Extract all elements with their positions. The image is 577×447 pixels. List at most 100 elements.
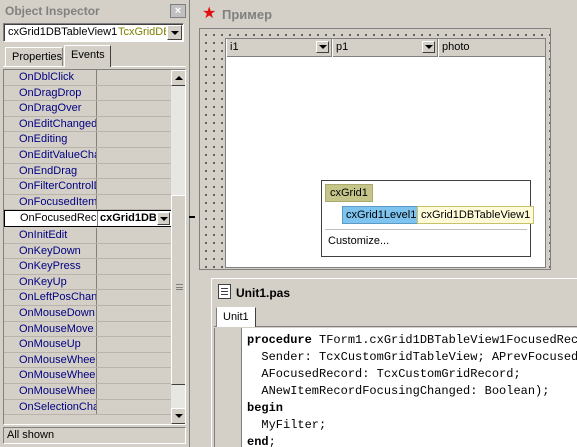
- event-row[interactable]: OnFilterControlDialogShow: [4, 179, 171, 195]
- customize-link[interactable]: Customize...: [328, 235, 389, 247]
- event-value-cell[interactable]: [96, 384, 171, 399]
- level-item[interactable]: cxGrid1Level1: [342, 206, 421, 224]
- scroll-thumb[interactable]: [171, 195, 185, 385]
- event-row[interactable]: OnDblClick: [4, 70, 171, 86]
- event-row[interactable]: OnEndDrag: [4, 163, 171, 180]
- event-value-cell[interactable]: [96, 194, 171, 210]
- event-name: OnSelectionChanged: [19, 400, 96, 413]
- event-value-cell[interactable]: [96, 399, 171, 415]
- form-titlebar[interactable]: ★ Пример: [196, 4, 554, 26]
- event-row[interactable]: OnKeyUp: [4, 274, 171, 291]
- code-text-segment: AFocusedRecord: TcxCustomGridRecord;: [247, 367, 521, 381]
- event-value-cell[interactable]: [96, 337, 171, 352]
- column-filter-button[interactable]: [316, 41, 329, 53]
- code-text-segment: ANewItemRecordFocusingChanged: Boolean);: [247, 384, 550, 398]
- event-value-cell[interactable]: [96, 132, 171, 147]
- event-list-scrollbar[interactable]: [171, 70, 185, 424]
- grid-header: i1 p1 photo: [226, 39, 545, 57]
- event-value-cell[interactable]: [96, 306, 171, 321]
- column-header-photo[interactable]: photo: [438, 39, 545, 57]
- component-selector[interactable]: cxGrid1DBTableView1 TcxGridDBTableView: [3, 23, 184, 42]
- code-line: end;: [247, 434, 577, 447]
- event-value-cell[interactable]: [96, 70, 171, 85]
- level-view-item[interactable]: cxGrid1DBTableView1: [417, 206, 535, 224]
- event-row[interactable]: OnMouseWheelDown: [4, 368, 171, 384]
- event-row[interactable]: OnDragOver: [4, 101, 171, 117]
- event-value-cell[interactable]: [96, 148, 171, 163]
- event-value-cell[interactable]: cxGrid1DBTableView1FocusedRecordChanged: [97, 211, 172, 227]
- level-root-item[interactable]: cxGrid1: [325, 184, 373, 202]
- event-row[interactable]: OnKeyDown: [4, 243, 171, 260]
- event-row[interactable]: OnInitEdit: [4, 228, 171, 244]
- object-inspector-panel: Object Inspector × cxGrid1DBTableView1 T…: [0, 0, 190, 447]
- event-value-cell[interactable]: [96, 243, 171, 259]
- column-header-p1[interactable]: p1: [332, 39, 438, 57]
- code-keyword: procedure: [247, 333, 312, 347]
- object-inspector-titlebar[interactable]: Object Inspector ×: [2, 2, 187, 20]
- column-header-i1[interactable]: i1: [226, 39, 332, 57]
- close-icon[interactable]: ×: [170, 4, 186, 18]
- object-inspector-title: Object Inspector: [5, 4, 100, 18]
- handler-dropdown-button[interactable]: [157, 212, 170, 226]
- column-filter-button[interactable]: [422, 41, 435, 53]
- event-value-cell[interactable]: [96, 274, 171, 290]
- chevron-down-icon: [171, 31, 179, 35]
- event-name: OnDragDrop: [19, 86, 82, 99]
- event-name: OnEditChanged: [19, 117, 96, 130]
- event-value-cell[interactable]: [96, 179, 171, 194]
- scroll-down-button[interactable]: [171, 408, 185, 424]
- event-value-cell[interactable]: [96, 368, 171, 383]
- code-text-segment: MyFilter;: [247, 418, 327, 432]
- event-name: OnKeyDown: [19, 244, 81, 257]
- event-name: OnMouseUp: [19, 338, 81, 351]
- event-row[interactable]: OnEditChanged: [4, 116, 171, 133]
- splitter-mark: [189, 216, 195, 218]
- event-value-cell[interactable]: [96, 259, 171, 274]
- component-name: cxGrid1DBTableView1: [8, 26, 118, 38]
- event-value-cell[interactable]: [96, 290, 171, 305]
- form-client-area[interactable]: i1 p1 photo cxGrid1 cxGrid1Level1 cxGrid…: [199, 28, 551, 270]
- code-keyword: end: [247, 435, 269, 447]
- event-row[interactable]: OnMouseWheel: [4, 352, 171, 369]
- event-value-cell[interactable]: [96, 228, 171, 243]
- event-row[interactable]: OnKeyPress: [4, 259, 171, 275]
- code-line: ANewItemRecordFocusingChanged: Boolean);: [247, 383, 577, 400]
- code-editor-window: Unit1.pas Unit1 procedure TForm1.cxGrid1…: [211, 278, 577, 447]
- desktop: Object Inspector × cxGrid1DBTableView1 T…: [0, 0, 577, 447]
- tab-events[interactable]: Events: [64, 45, 111, 67]
- code-line: MyFilter;: [247, 417, 577, 434]
- code-area[interactable]: procedure TForm1.cxGrid1DBTableView1Focu…: [214, 328, 577, 447]
- cx-grid[interactable]: i1 p1 photo cxGrid1 cxGrid1Level1 cxGrid…: [225, 38, 546, 268]
- event-value-cell[interactable]: [96, 116, 171, 132]
- event-row[interactable]: OnEditing: [4, 132, 171, 148]
- code-text-segment: ;: [268, 435, 276, 447]
- event-row[interactable]: OnSelectionChanged: [4, 399, 171, 416]
- event-name: OnMouseMove: [19, 322, 94, 335]
- grid-structure-navigator: cxGrid1 cxGrid1Level1 cxGrid1DBTableView…: [321, 180, 535, 257]
- event-name: OnFocusedItemChanged: [19, 195, 96, 208]
- event-name: OnMouseWheelUp: [19, 385, 96, 397]
- code-text-segment: Sender: TcxCustomGridTableView; APrevFoc…: [261, 350, 577, 364]
- event-value-cell[interactable]: [96, 352, 171, 368]
- code-line: procedure TForm1.cxGrid1DBTableView1Focu…: [247, 332, 577, 349]
- event-row-selected[interactable]: OnFocusedRecordChangedcxGrid1DBTableView…: [4, 210, 172, 228]
- tab-unit1[interactable]: Unit1: [216, 307, 256, 327]
- editor-titlebar[interactable]: Unit1.pas: [212, 279, 577, 305]
- event-row[interactable]: OnMouseDown: [4, 306, 171, 322]
- event-row[interactable]: OnEditValueChanged: [4, 148, 171, 164]
- event-value-cell[interactable]: [96, 101, 171, 116]
- event-value-cell[interactable]: [96, 85, 171, 101]
- event-row[interactable]: OnMouseUp: [4, 337, 171, 353]
- event-value-cell[interactable]: [96, 163, 171, 179]
- event-row[interactable]: OnMouseWheelUp: [4, 384, 171, 400]
- event-row[interactable]: OnFocusedItemChanged: [4, 194, 171, 211]
- event-row[interactable]: OnLeftPosChanged: [4, 290, 171, 306]
- event-row[interactable]: OnDragDrop: [4, 85, 171, 102]
- scroll-up-button[interactable]: [171, 70, 185, 86]
- code-keyword: begin: [247, 401, 284, 415]
- component-dropdown-button[interactable]: [167, 25, 182, 40]
- editor-title: Unit1.pas: [236, 286, 291, 300]
- event-row[interactable]: OnMouseMove: [4, 321, 171, 338]
- event-value-cell[interactable]: [96, 321, 171, 337]
- tab-properties[interactable]: Properties: [5, 47, 63, 66]
